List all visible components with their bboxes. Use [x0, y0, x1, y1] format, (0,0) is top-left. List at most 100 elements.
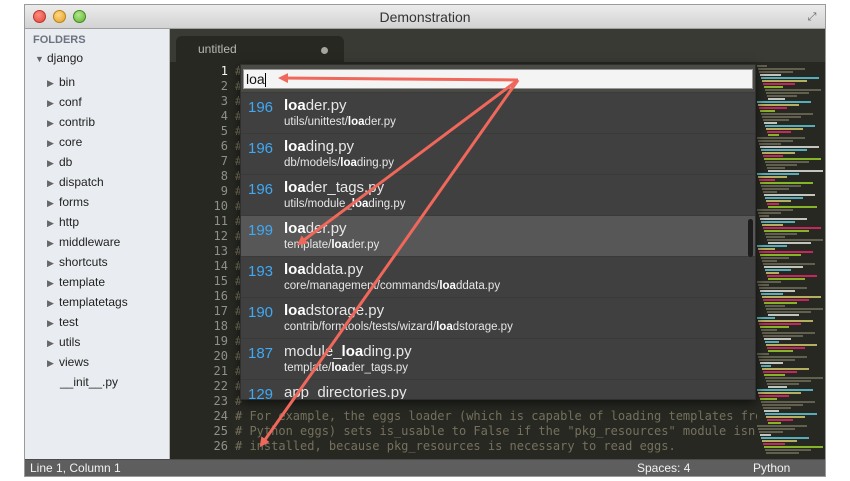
sidebar-folder[interactable]: ▶ db — [47, 152, 72, 172]
minimap-line — [764, 122, 777, 124]
sidebar-folder[interactable]: ▶ test — [47, 312, 78, 332]
minimap-line — [763, 191, 777, 193]
minimap-line — [760, 326, 789, 328]
minimap-line — [763, 263, 815, 265]
minimap-line — [758, 392, 801, 394]
unsaved-dot-icon[interactable] — [321, 47, 328, 54]
minimap-line — [762, 296, 821, 298]
tab-label: untitled — [198, 42, 237, 56]
goto-search-input[interactable]: loa — [243, 69, 753, 89]
result-path: template/loader.py — [284, 239, 379, 251]
result-item[interactable]: 129 app_directories.py — [241, 379, 755, 399]
results-scrollbar[interactable] — [748, 219, 753, 257]
collapsed-arrow-icon[interactable]: ▶ — [47, 193, 59, 213]
tree-root-django[interactable]: ▼ django — [35, 51, 83, 65]
filename-rest: der_tags.py — [305, 179, 385, 196]
minimap-line — [762, 188, 789, 190]
minimap-line — [762, 80, 807, 82]
minimap-line — [767, 131, 791, 133]
result-filename: loadstorage.py — [284, 302, 384, 319]
minimap-line — [757, 173, 799, 175]
minimap-line — [762, 332, 815, 334]
line-number: 6 — [220, 139, 228, 153]
collapsed-arrow-icon[interactable]: ▶ — [47, 293, 59, 313]
result-filename: loader.py — [284, 97, 347, 114]
filename-rest: ding.py — [363, 343, 412, 360]
line-number: 9 — [220, 184, 228, 198]
minimap-line — [767, 239, 823, 241]
line-number: 5 — [220, 124, 228, 138]
results-list: 196 loader.py utils/unittest/loader.py 196 l… — [241, 92, 755, 399]
tab-untitled[interactable]: untitled — [176, 36, 344, 62]
line-number: 2 — [220, 79, 228, 93]
sidebar-folder[interactable]: ▶ forms — [47, 192, 89, 212]
filename-match: loa — [284, 261, 306, 278]
collapsed-arrow-icon[interactable]: ▶ — [47, 233, 59, 253]
sidebar-folder[interactable]: ▶ middleware — [47, 232, 120, 252]
collapsed-arrow-icon[interactable]: ▶ — [47, 353, 59, 373]
sidebar-folder[interactable]: ▶ dispatch — [47, 172, 104, 192]
result-item[interactable]: 187 module_loading.py template/loader_tags… — [241, 338, 755, 379]
expanded-arrow-icon[interactable]: ▼ — [35, 54, 47, 64]
minimap-line — [763, 155, 783, 157]
minimap-line — [767, 275, 817, 277]
filename-prefix: module_ — [284, 343, 342, 360]
folders-header: FOLDERS — [33, 34, 86, 46]
sidebar-folder[interactable]: ▶ views — [47, 352, 89, 372]
sidebar-folder[interactable]: ▶ contrib — [47, 112, 95, 132]
result-item[interactable]: 190 loadstorage.py contrib/formtools/tests… — [241, 297, 755, 338]
fullscreen-icon[interactable]: ⤢ — [805, 10, 819, 24]
path-rest: ddata.py — [455, 280, 501, 292]
result-path: template/loader_tags.py — [284, 362, 408, 374]
result-item[interactable]: 196 loader_tags.py utils/module_loading.py — [241, 174, 755, 215]
collapsed-arrow-icon[interactable]: ▶ — [47, 253, 59, 273]
minimap-line — [766, 272, 779, 274]
minimap[interactable] — [757, 64, 825, 459]
collapsed-arrow-icon[interactable]: ▶ — [47, 213, 59, 233]
result-filename: app_directories.py — [284, 384, 407, 399]
collapsed-arrow-icon[interactable]: ▶ — [47, 113, 59, 133]
collapsed-arrow-icon[interactable]: ▶ — [47, 313, 59, 333]
collapsed-arrow-icon[interactable]: ▶ — [47, 73, 59, 93]
result-item[interactable]: 196 loader.py utils/unittest/loader.py — [241, 92, 755, 133]
minimap-line — [764, 266, 803, 268]
collapsed-arrow-icon[interactable]: ▶ — [47, 153, 59, 173]
minimap-line — [766, 344, 817, 346]
path-rest: ding.py — [368, 198, 406, 210]
sidebar-folder[interactable]: ▶ core — [47, 132, 82, 152]
collapsed-arrow-icon[interactable]: ▶ — [47, 333, 59, 353]
collapsed-arrow-icon[interactable]: ▶ — [47, 173, 59, 193]
path-rest: der_tags.py — [347, 362, 409, 374]
sidebar-folder[interactable]: ▶ utils — [47, 332, 80, 352]
sidebar-folder[interactable]: ▶ http — [47, 212, 79, 232]
collapsed-arrow-icon[interactable]: ▶ — [47, 273, 59, 293]
minimap-line — [763, 83, 795, 85]
line-number: 25 — [213, 424, 228, 438]
sidebar-folder[interactable]: ▶ shortcuts — [47, 252, 108, 272]
minimap-line — [768, 134, 779, 136]
code-line: # Python eggs) sets is_usable to False i… — [235, 424, 770, 438]
indentation-setting[interactable]: Spaces: 4 — [637, 461, 690, 475]
result-path: contrib/formtools/tests/wizard/loadstora… — [284, 321, 513, 333]
sidebar-file[interactable]: __init__.py — [60, 372, 118, 392]
result-score: 196 — [248, 181, 274, 198]
syntax-selector[interactable]: Python — [753, 461, 790, 475]
sidebar-folder[interactable]: ▶ template — [47, 272, 105, 292]
line-number: 10 — [213, 199, 228, 213]
minimap-line — [765, 341, 779, 343]
sidebar-folder[interactable]: ▶ bin — [47, 72, 75, 92]
minimap-line — [762, 368, 809, 370]
line-number: 16 — [213, 289, 228, 303]
result-item[interactable]: 193 loaddata.py core/management/commands/l… — [241, 256, 755, 297]
collapsed-arrow-icon[interactable]: ▶ — [47, 133, 59, 153]
minimap-line — [759, 107, 787, 109]
minimap-line — [767, 167, 785, 169]
result-item[interactable]: 196 loading.py db/models/loading.py — [241, 133, 755, 174]
sidebar-folder[interactable]: ▶ templatetags — [47, 292, 128, 312]
minimap-line — [766, 452, 799, 454]
collapsed-arrow-icon[interactable]: ▶ — [47, 93, 59, 113]
sidebar-item-label: contrib — [59, 115, 96, 129]
line-number: 15 — [213, 274, 228, 288]
result-item[interactable]: 199 loader.py template/loader.py — [241, 215, 755, 256]
sidebar-folder[interactable]: ▶ conf — [47, 92, 82, 112]
